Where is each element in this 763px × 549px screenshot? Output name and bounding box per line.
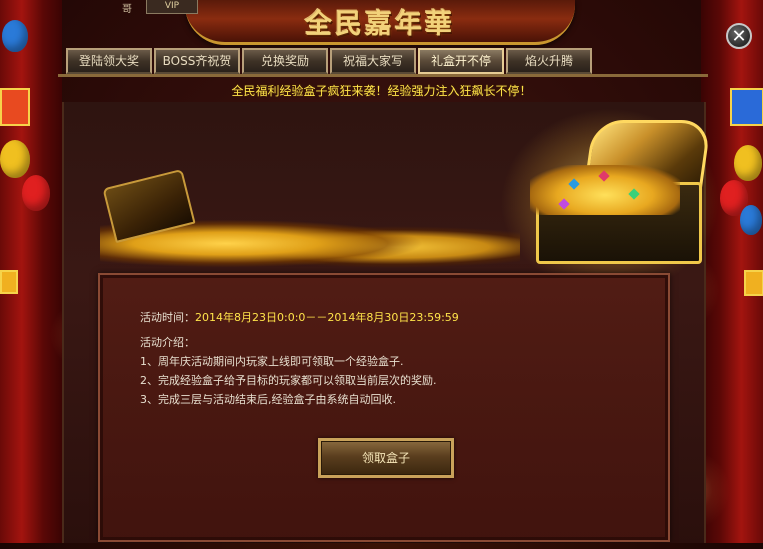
title-banner: 全民嘉年華 — [185, 0, 575, 45]
event-window: 全民嘉年華 哥 VIP ✕ 登陆领大奖 BOSS齐祝贺 兑换奖励 祝福大家写 礼… — [0, 0, 763, 549]
tab-fireworks[interactable]: 焰火升腾 — [506, 48, 592, 74]
balloon-icon — [2, 20, 28, 52]
tab-login-reward[interactable]: 登陆领大奖 — [66, 48, 152, 74]
tab-gift-box[interactable]: 礼盒开不停 — [418, 48, 504, 74]
tab-boss-celebrate[interactable]: BOSS齐祝贺 — [154, 48, 240, 74]
claim-box-button[interactable]: 领取盒子 — [318, 438, 454, 478]
activity-rule: 2、完成经验盒子给予目标的玩家都可以领取当前层次的奖励. — [140, 374, 437, 387]
activity-time-label: 活动时间： — [140, 311, 195, 324]
activity-time-row: 活动时间：2014年8月23日0:0:0－－2014年8月30日23:59:59 — [140, 309, 459, 325]
balloon-icon — [22, 175, 50, 211]
close-button[interactable]: ✕ — [726, 23, 752, 49]
player-name-fragment: 哥 — [122, 4, 132, 15]
tab-bar: 登陆领大奖 BOSS齐祝贺 兑换奖励 祝福大家写 礼盒开不停 焰火升腾 — [66, 48, 592, 74]
tab-blessing[interactable]: 祝福大家写 — [330, 48, 416, 74]
treasure-chest-icon — [530, 120, 712, 264]
activity-rule: 1、周年庆活动期间内玩家上线即可领取一个经验盒子. — [140, 355, 404, 368]
balloon-icon — [740, 205, 762, 235]
activity-info-box: 活动时间：2014年8月23日0:0:0－－2014年8月30日23:59:59… — [98, 273, 670, 542]
balloon-icon — [0, 140, 30, 178]
activity-time-value: 2014年8月23日0:0:0－－2014年8月30日23:59:59 — [195, 311, 459, 324]
activity-rule: 3、完成三层与活动结束后,经验盒子由系统自动回收. — [140, 393, 396, 406]
balloon-icon — [734, 145, 762, 181]
gift-box-icon — [0, 270, 18, 294]
announcement-text: 全民福利经验盒子疯狂来袭！经验强力注入狂飙长不停！ — [231, 84, 532, 98]
tab-bar-divider — [58, 74, 708, 77]
close-icon: ✕ — [731, 26, 747, 47]
page-title: 全民嘉年華 — [305, 9, 455, 40]
bottom-border — [0, 543, 763, 549]
vip-badge: VIP — [146, 0, 198, 14]
activity-intro-title: 活动介绍： — [140, 336, 195, 349]
tab-exchange-reward[interactable]: 兑换奖励 — [242, 48, 328, 74]
gift-box-icon — [744, 270, 763, 296]
